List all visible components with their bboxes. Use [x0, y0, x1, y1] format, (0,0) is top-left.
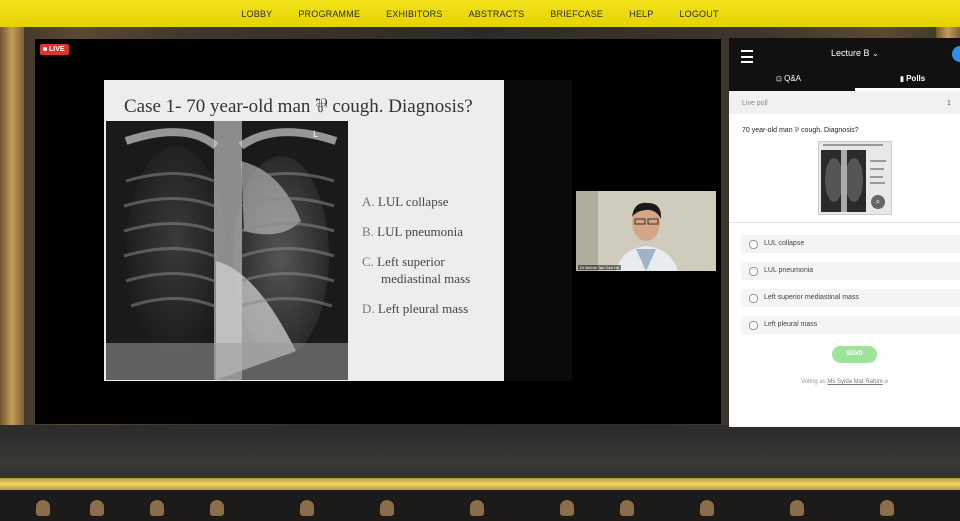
- audience-head: [36, 500, 50, 516]
- option-letter: D.: [362, 301, 375, 316]
- speaker-webcam: Dr Bernie Tan Gee He: [576, 191, 716, 271]
- event-title: Lecture B: [831, 48, 870, 58]
- bar-chart-icon: ▮: [900, 76, 904, 83]
- audience-head: [560, 500, 574, 516]
- poll-option-1[interactable]: LUL collapse: [741, 235, 960, 253]
- audience-head: [880, 500, 894, 516]
- live-poll-label: Live poll: [742, 100, 768, 107]
- option-letter: A.: [362, 194, 375, 209]
- option-text: Left pleural mass: [377, 301, 469, 316]
- slide-option-b: B. LUL pneumonia: [362, 224, 463, 240]
- tab-label: Polls: [906, 74, 926, 83]
- poll-option-label: LUL collapse: [764, 240, 805, 247]
- live-dot-icon: [43, 47, 47, 52]
- stage-edge-light: [0, 478, 960, 490]
- audience-head: [300, 500, 314, 516]
- qa-icon: ⊡: [776, 76, 782, 83]
- radio-button[interactable]: [749, 240, 758, 249]
- slide-title: Case 1- 70 year-old man ⅌ cough. Diagnos…: [124, 96, 473, 117]
- option-text: LUL collapse: [377, 194, 449, 209]
- poll-question: 70 year-old man ⅌ cough. Diagnosis?: [742, 127, 859, 134]
- poll-option-label: Left pleural mass: [764, 321, 818, 328]
- option-text: mediastinal mass: [381, 271, 471, 286]
- anonymous-icon: ⌀: [884, 379, 888, 385]
- audience-head: [620, 500, 634, 516]
- nav-logout[interactable]: LOGOUT: [666, 9, 731, 19]
- divider: [729, 222, 960, 223]
- nav-exhibitors[interactable]: EXHIBITORS: [373, 9, 455, 19]
- slide-option-a: A. LUL collapse: [362, 194, 449, 210]
- slide-option-d: D. Left pleural mass: [362, 301, 468, 317]
- nav-briefcase[interactable]: BRIEFCASE: [537, 9, 616, 19]
- live-poll-count: 1: [947, 100, 951, 107]
- audience-head: [90, 500, 104, 516]
- voter-name-link[interactable]: Ms Syida Mat Rahim: [827, 379, 882, 385]
- nav-help[interactable]: HELP: [616, 9, 666, 19]
- audience-head: [700, 500, 714, 516]
- audience-head: [380, 500, 394, 516]
- radio-button[interactable]: [749, 267, 758, 276]
- nav-abstracts[interactable]: ABSTRACTS: [456, 9, 538, 19]
- poll-option-label: Left superior mediastinal mass: [764, 294, 859, 301]
- tab-polls[interactable]: ▮ Polls: [900, 74, 925, 83]
- slido-panel: Lecture B ⌄ ⊡ Q&A ▮ Polls Live poll 1 70…: [729, 38, 960, 427]
- webcam-name-label: Dr Bernie Tan Gee He: [578, 265, 622, 270]
- poll-option-2[interactable]: LUL pneumonia: [741, 262, 960, 280]
- voting-as-line: Voting as Ms Syida Mat Rahim ⌀: [729, 378, 960, 385]
- poll-option-3[interactable]: Left superior mediastinal mass: [741, 289, 960, 307]
- option-letter: C.: [362, 254, 374, 269]
- nav-lobby[interactable]: LOBBY: [228, 9, 285, 19]
- avatar[interactable]: [952, 46, 960, 62]
- zoom-icon[interactable]: ⌕: [871, 195, 885, 209]
- nav-programme[interactable]: PROGRAMME: [285, 9, 373, 19]
- live-badge-label: LIVE: [49, 46, 65, 53]
- panel-header: Lecture B ⌄ ⊡ Q&A ▮ Polls: [729, 38, 960, 91]
- voting-prefix: Voting as: [800, 379, 826, 385]
- tab-label: Q&A: [784, 74, 802, 83]
- slide-margin: [504, 80, 572, 381]
- poll-option-label: LUL pneumonia: [764, 267, 814, 274]
- tab-qa[interactable]: ⊡ Q&A: [776, 74, 801, 83]
- hamburger-icon[interactable]: [741, 50, 753, 63]
- left-pillar: [0, 27, 24, 447]
- xray-side-marker: L: [313, 129, 318, 139]
- audience-head: [150, 500, 164, 516]
- audience-head: [470, 500, 484, 516]
- slide-option-c: C. Left superior: [362, 254, 445, 270]
- audience-head: [210, 500, 224, 516]
- option-letter: B.: [362, 224, 374, 239]
- send-button[interactable]: SEND: [832, 346, 877, 363]
- live-badge: LIVE: [40, 44, 69, 55]
- top-navigation: LOBBY PROGRAMME EXHIBITORS ABSTRACTS BRI…: [0, 0, 960, 27]
- radio-button[interactable]: [749, 294, 758, 303]
- option-text: LUL pneumonia: [377, 224, 463, 239]
- radio-button[interactable]: [749, 321, 758, 330]
- chest-xray-image: L: [106, 121, 348, 380]
- poll-option-4[interactable]: Left pleural mass: [741, 316, 960, 334]
- chevron-down-icon: ⌄: [872, 49, 879, 58]
- slide-option-c-line2: mediastinal mass: [381, 271, 470, 287]
- option-text: Left superior: [377, 254, 445, 269]
- audience-head: [790, 500, 804, 516]
- event-selector[interactable]: Lecture B ⌄: [831, 48, 879, 58]
